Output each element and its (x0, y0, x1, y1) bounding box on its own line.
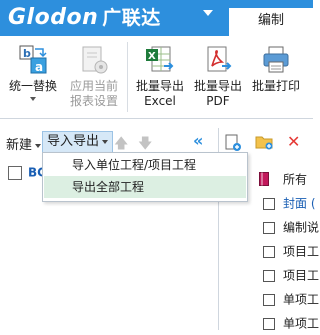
new-button[interactable]: 新建 (6, 134, 42, 153)
print-icon (260, 44, 292, 76)
list-item-label: 单项工 (283, 316, 320, 331)
list-item[interactable]: 单项工 (263, 288, 320, 310)
logo-text: Glodon (8, 5, 99, 30)
svg-text:X: X (148, 51, 156, 62)
logo-cn-text: 广联达 (102, 7, 161, 29)
tree-root-item[interactable]: BC (8, 165, 46, 180)
new-label: 新建 (6, 138, 33, 153)
svg-text:a: a (35, 60, 43, 74)
list-item-checkbox[interactable] (263, 317, 275, 330)
batch-export-pdf-button[interactable]: 批量导出 PDF (190, 44, 246, 109)
import-export-dropdown-icon (102, 139, 109, 144)
menu-item-export-all-projects[interactable]: 导出全部工程 (44, 176, 246, 198)
print-label: 批量打印 (251, 79, 300, 93)
list-item-label: 单项工 (283, 292, 320, 307)
list-item-label: 项目工 (283, 268, 320, 283)
list-item[interactable]: 编制说 (263, 216, 320, 238)
list-item[interactable]: 单项工 (263, 312, 320, 334)
pdf-export-label-2: PDF (206, 94, 230, 108)
batch-print-button[interactable]: 批量打印 (248, 44, 304, 94)
menu-item-import-projects[interactable]: 导入单位工程/项目工程 (44, 154, 246, 176)
replace-label: 统一替换 (8, 79, 57, 93)
collapse-panel-icon[interactable]: « (193, 131, 203, 150)
apply-report-settings-button[interactable]: 应用当前 报表设置 (66, 44, 122, 109)
pdf-export-icon (202, 44, 234, 76)
list-item-label: 项目工 (283, 244, 320, 259)
list-item[interactable]: 封面 ( (263, 192, 320, 214)
tab-edit[interactable]: 编制 (229, 8, 313, 36)
list-item-checkbox[interactable] (263, 293, 275, 306)
ribbon-separator (127, 42, 128, 112)
book-icon (259, 172, 269, 189)
import-export-button[interactable]: 导入导出 (42, 131, 114, 153)
replace-dropdown-icon[interactable] (30, 97, 36, 101)
delete-icon[interactable]: ✕ (287, 132, 300, 151)
list-item-label: 封面 ( (283, 196, 316, 211)
list-item-checkbox[interactable] (263, 245, 275, 258)
new-dropdown-icon (35, 143, 42, 148)
app-logo: Glodon 广联达 (8, 3, 161, 30)
list-item-checkbox[interactable] (263, 269, 275, 282)
svg-text:b: b (23, 47, 31, 60)
building-icon (8, 165, 22, 180)
apply-settings-label-1: 应用当前 (69, 79, 118, 93)
app-menu-caret-icon[interactable] (203, 10, 213, 16)
pdf-export-label-1: 批量导出 (193, 79, 242, 93)
excel-export-label-1: 批量导出 (135, 79, 184, 93)
list-item-checkbox[interactable] (263, 221, 275, 234)
import-export-menu: 导入单位工程/项目工程 导出全部工程 (42, 152, 248, 202)
excel-export-icon: X (144, 44, 176, 76)
list-item-label: 所有 (283, 172, 308, 187)
unified-replace-button[interactable]: b a 统一替换 (6, 44, 60, 101)
batch-export-excel-button[interactable]: X 批量导出 Excel (132, 44, 188, 109)
add-folder-icon[interactable] (255, 134, 273, 153)
excel-export-label-2: Excel (144, 94, 176, 108)
apply-settings-label-2: 报表设置 (69, 94, 118, 108)
list-item-label: 编制说 (283, 220, 320, 235)
apply-settings-icon (78, 44, 110, 76)
list-item[interactable]: 项目工 (263, 240, 320, 262)
list-item[interactable]: 所有 (283, 168, 320, 190)
import-export-label: 导入导出 (47, 134, 100, 149)
replace-icon: b a (17, 44, 49, 76)
list-item-checkbox[interactable] (263, 197, 275, 210)
list-item[interactable]: 项目工 (263, 264, 320, 286)
